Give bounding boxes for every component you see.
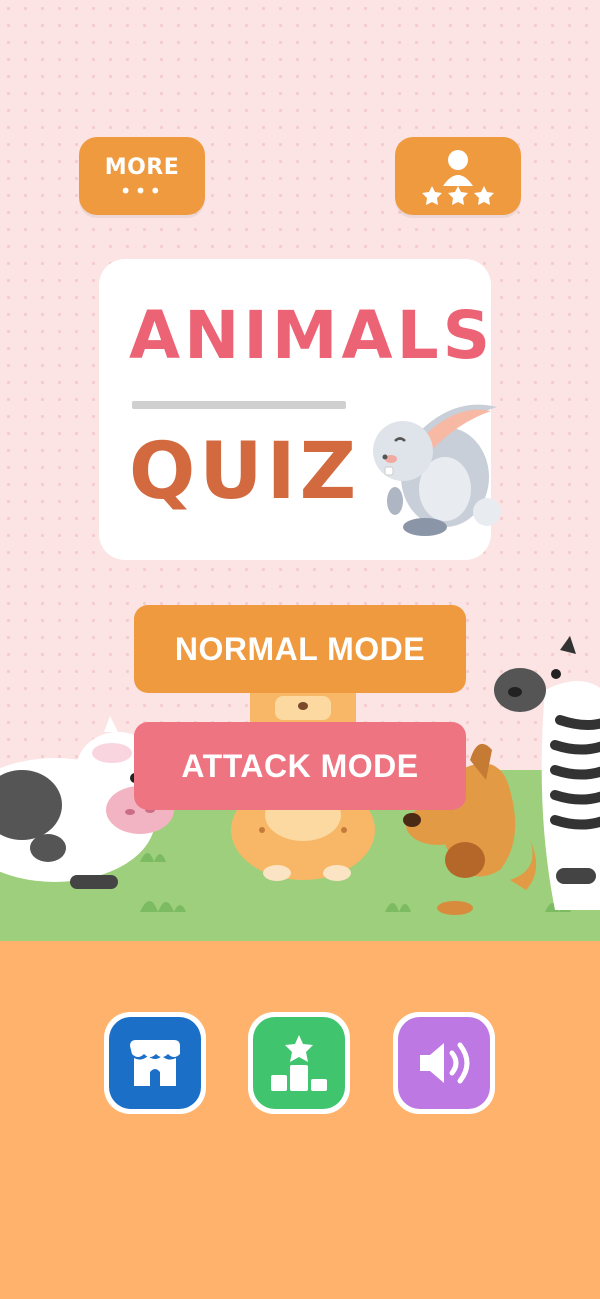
more-button[interactable]: MORE ••• [79,137,205,215]
leaderboard-button[interactable] [395,137,521,215]
podium-star-icon [271,1035,327,1091]
ranking-button[interactable] [248,1012,350,1114]
zebra [494,636,600,910]
dots-icon: ••• [119,178,165,203]
title-animals: ANIMALS [129,297,495,374]
normal-mode-button[interactable]: NORMAL MODE [134,605,466,693]
title-quiz: QUIZ [129,427,361,517]
user-stars-icon [422,150,494,205]
shop-icon [130,1040,180,1086]
title-divider [132,401,346,409]
shop-button[interactable] [104,1012,206,1114]
more-label: MORE [104,154,180,180]
ground-panel [0,941,600,1299]
rabbit-icon [373,404,501,536]
sound-button[interactable] [393,1012,495,1114]
title-card: ANIMALS QUIZ [99,259,501,560]
attack-mode-button[interactable]: ATTACK MODE [134,722,466,810]
speaker-icon [420,1042,470,1084]
